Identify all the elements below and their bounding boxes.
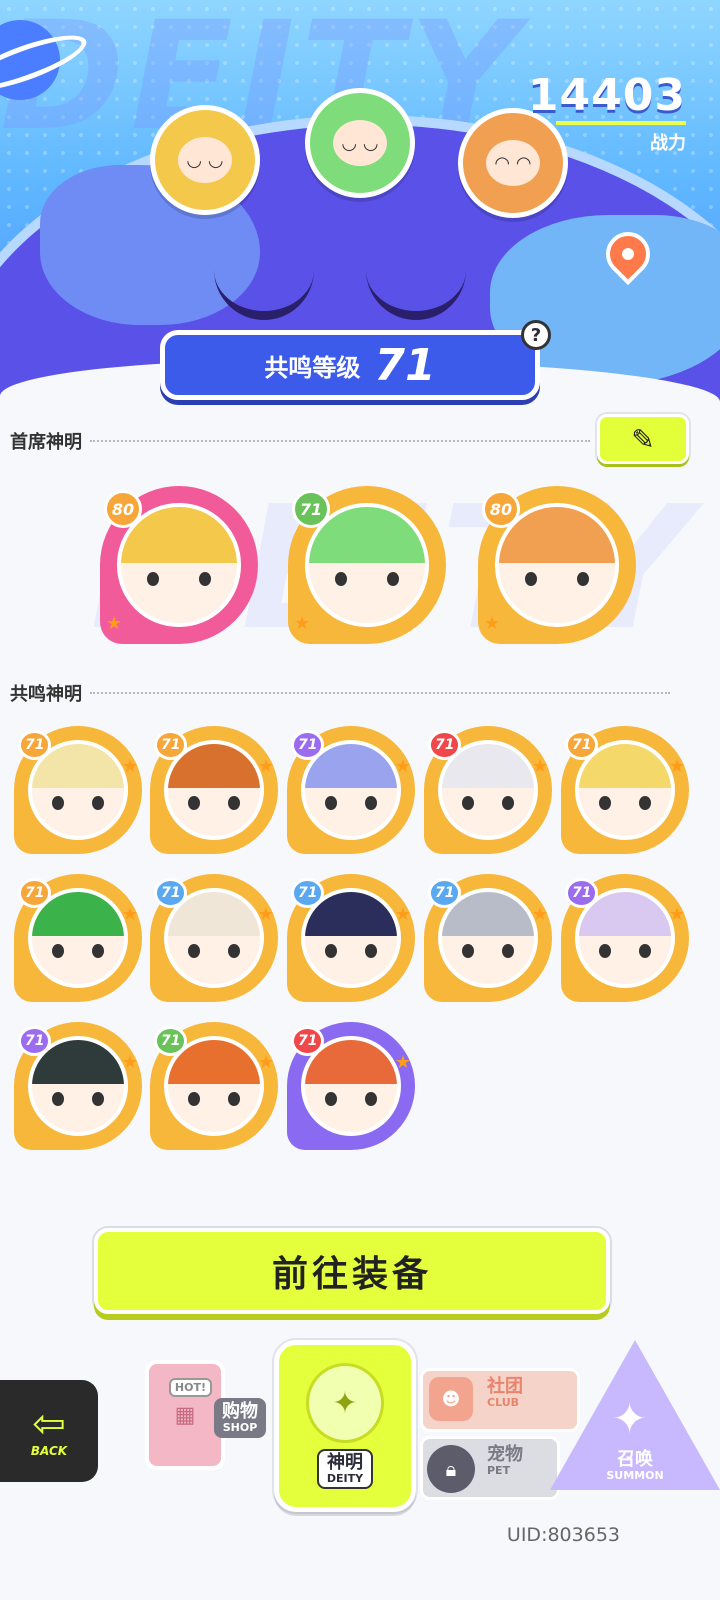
level-badge: 71 bbox=[292, 490, 330, 528]
primary-portrait[interactable]: 80 ★ bbox=[478, 486, 636, 644]
star-icon: ★ bbox=[484, 613, 501, 634]
back-arrow-icon: ⇦ bbox=[32, 1401, 66, 1447]
edit-primary-button[interactable]: ✎ bbox=[597, 414, 689, 464]
back-button[interactable]: ⇦ BACK bbox=[0, 1380, 98, 1482]
star-icon: ★ bbox=[121, 1052, 138, 1073]
star-icon: ★ bbox=[531, 756, 548, 777]
level-badge: 80 bbox=[482, 490, 520, 528]
bottom-navigation: ⇦ BACK ▦ HOT! 购物 SHOP ✦ 神明 DEITY ☻ 社团 CL… bbox=[0, 1330, 720, 1550]
help-icon[interactable]: ? bbox=[521, 320, 551, 350]
star-icon: ★ bbox=[294, 613, 311, 634]
star-icon: ★ bbox=[394, 904, 411, 925]
star-icon: ★ bbox=[257, 1052, 274, 1073]
resonance-level-value: 71 bbox=[374, 339, 436, 391]
star-icon: ★ bbox=[257, 904, 274, 925]
combat-power-label: 战力 bbox=[650, 133, 686, 154]
resonance-portrait[interactable]: 71 ★ bbox=[14, 1022, 142, 1150]
resonance-level-label: 共鸣等级 bbox=[264, 353, 361, 382]
resonance-portrait[interactable]: 71 ★ bbox=[287, 1022, 415, 1150]
star-icon: ★ bbox=[121, 904, 138, 925]
star-icon: ★ bbox=[106, 613, 123, 634]
resonance-portrait[interactable]: 71 ★ bbox=[424, 726, 552, 854]
star-icon: ★ bbox=[394, 1052, 411, 1073]
user-id: UID:803653 bbox=[506, 1524, 620, 1546]
resonance-portrait[interactable]: 71 ★ bbox=[150, 874, 278, 1002]
go-equip-button[interactable]: 前往装备 bbox=[94, 1228, 610, 1314]
vending-machine-icon: ▦ bbox=[145, 1360, 225, 1470]
resonance-portrait[interactable]: 71 ★ bbox=[287, 874, 415, 1002]
resonance-level-badge: 共鸣等级 71 bbox=[160, 330, 540, 400]
nav-deity[interactable]: ✦ 神明 DEITY bbox=[274, 1340, 416, 1512]
combat-power-value: 14403 bbox=[527, 70, 686, 121]
nav-shop[interactable]: ▦ HOT! 购物 SHOP bbox=[100, 1350, 270, 1480]
resonance-portrait[interactable]: 71 ★ bbox=[561, 726, 689, 854]
lock-icon: 🔒︎ bbox=[427, 1445, 475, 1493]
resonance-portrait[interactable]: 71 ★ bbox=[424, 874, 552, 1002]
star-icon: ★ bbox=[394, 756, 411, 777]
resonance-portrait[interactable]: 71 ★ bbox=[14, 874, 142, 1002]
pencil-icon: ✎ bbox=[631, 422, 655, 456]
star-icon: ★ bbox=[121, 756, 138, 777]
combat-power: 14403 战力 bbox=[528, 70, 686, 155]
hot-badge: HOT! bbox=[168, 1378, 212, 1397]
nav-summon[interactable]: ✦ 召唤 SUMMON bbox=[550, 1340, 720, 1510]
resonance-portrait[interactable]: 71 ★ bbox=[287, 726, 415, 854]
resonance-portrait[interactable]: 71 ★ bbox=[561, 874, 689, 1002]
star-icon: ★ bbox=[257, 756, 274, 777]
primary-portrait[interactable]: 80 ★ bbox=[100, 486, 258, 644]
resonance-portrait[interactable]: 71 ★ bbox=[150, 1022, 278, 1150]
chibi-deity-center: ◡ ◡ bbox=[305, 88, 415, 198]
primary-deity-section-title: 首席神明 bbox=[10, 428, 590, 454]
sparkle-icon: ✦ bbox=[612, 1394, 648, 1443]
resonance-portrait[interactable]: 71 ★ bbox=[150, 726, 278, 854]
club-bag-icon: ☻ bbox=[429, 1377, 473, 1421]
star-icon: ★ bbox=[668, 904, 685, 925]
deity-icon: ✦ bbox=[306, 1363, 384, 1443]
resonance-deity-section-title: 共鸣神明 bbox=[10, 680, 670, 706]
star-icon: ★ bbox=[531, 904, 548, 925]
nav-pet[interactable]: 🔒︎ 宠物 PET bbox=[420, 1436, 560, 1500]
resonance-portrait[interactable]: 71 ★ bbox=[14, 726, 142, 854]
star-icon: ★ bbox=[668, 756, 685, 777]
level-badge: 80 bbox=[104, 490, 142, 528]
header-banner: DEITY ◡ ◡ ◡ ◡ ◠ ◠ 14403 战力 共鸣等级 71 ? bbox=[0, 0, 720, 410]
chibi-deity-left: ◡ ◡ bbox=[150, 105, 260, 215]
primary-portrait[interactable]: 71 ★ bbox=[288, 486, 446, 644]
